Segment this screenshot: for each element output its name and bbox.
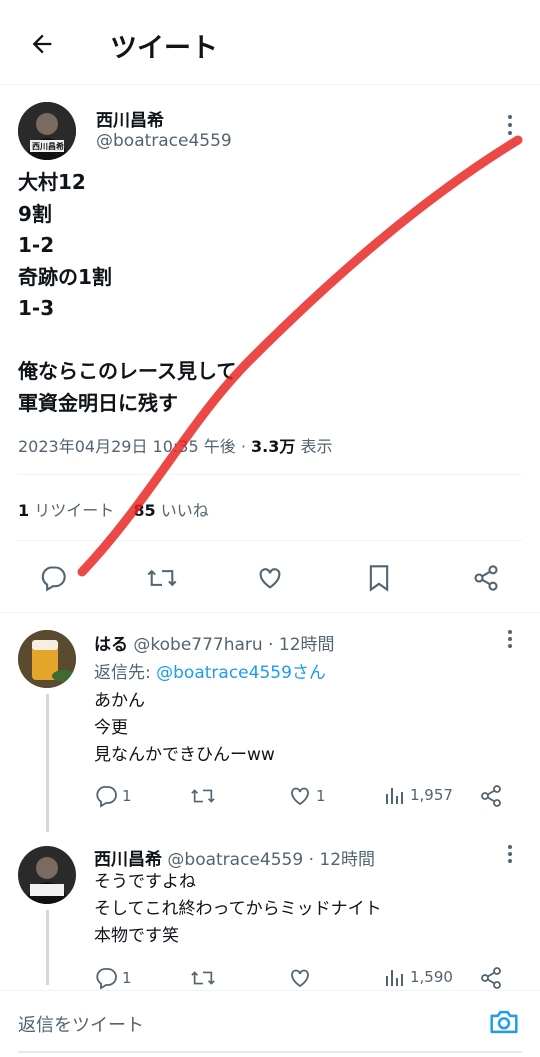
tweet-line: 1-2 bbox=[18, 233, 55, 257]
reply-time[interactable]: · 12時間 bbox=[309, 850, 375, 870]
reply-comment-button[interactable]: 1 bbox=[94, 966, 132, 990]
author-handle[interactable]: @boatrace4559 bbox=[96, 131, 232, 151]
author-name[interactable]: 西川昌希 bbox=[96, 106, 164, 131]
stats-divider bbox=[18, 540, 522, 541]
reply-comment-count: 1 bbox=[122, 787, 132, 805]
reply-view-count: 1,957 bbox=[410, 786, 453, 804]
back-arrow-icon[interactable] bbox=[26, 28, 58, 60]
like-stat[interactable]: 85 いいね bbox=[133, 501, 208, 520]
reply-author-handle[interactable]: @kobe777haru bbox=[133, 635, 262, 655]
reply-like-icon[interactable] bbox=[288, 966, 312, 990]
bookmark-icon[interactable] bbox=[362, 561, 396, 595]
thread-line bbox=[46, 910, 49, 985]
reply-line: 見なんかできひんーww bbox=[94, 745, 275, 765]
more-options-icon[interactable] bbox=[500, 628, 520, 650]
share-icon[interactable] bbox=[469, 561, 503, 595]
reply-like-count: 1 bbox=[316, 787, 326, 805]
reply-author-name[interactable]: はる bbox=[94, 635, 128, 655]
tweet-line: 1-3 bbox=[18, 296, 55, 320]
retweet-icon[interactable] bbox=[144, 561, 180, 595]
reply-header: はる @kobe777haru · 12時間 bbox=[94, 630, 335, 655]
retweets-label: リツイート bbox=[34, 501, 115, 520]
reply-line: 今更 bbox=[94, 718, 128, 738]
author-avatar[interactable]: 西川昌希 bbox=[18, 102, 76, 160]
reply-composer: 返信をツイート bbox=[0, 990, 540, 1057]
reply-comment-button[interactable]: 1 bbox=[94, 784, 132, 808]
views-label: 表示 bbox=[300, 437, 333, 456]
header-divider bbox=[0, 84, 540, 85]
reply-header: 西川昌希 @boatrace4559 · 12時間 bbox=[94, 845, 375, 870]
reply-avatar[interactable] bbox=[18, 630, 76, 688]
camera-icon[interactable] bbox=[486, 1005, 522, 1039]
reply-views-button[interactable]: 1,590 bbox=[384, 966, 453, 988]
tweet-meta: 2023年04月29日 10:35 午後 · 3.3万 表示 bbox=[18, 433, 332, 457]
reply-to-prefix: 返信先: bbox=[94, 663, 157, 683]
tweet-line: 奇跡の1割 bbox=[18, 264, 112, 289]
avatar-badge-text: 西川昌希 bbox=[32, 142, 64, 151]
reply-like-button[interactable]: 1 bbox=[288, 784, 326, 808]
meta-divider bbox=[18, 474, 522, 475]
reply-share-icon[interactable] bbox=[479, 966, 503, 990]
reply-actions: 1 1,590 bbox=[94, 964, 514, 990]
reply-body: そうですよね そしてこれ終わってからミッドナイト 本物です笑 bbox=[94, 869, 382, 950]
views-count: 3.3万 bbox=[251, 437, 296, 456]
reply-comment-count: 1 bbox=[122, 969, 132, 987]
reply-line: あかん bbox=[94, 691, 145, 711]
reply-retweet-icon[interactable] bbox=[190, 784, 216, 808]
reply-avatar[interactable] bbox=[18, 846, 76, 904]
page-title: ツイート bbox=[110, 33, 218, 64]
tweet-line: 9割 bbox=[18, 201, 52, 226]
tweet-line: 俺ならこのレース見して bbox=[18, 359, 237, 383]
reply-actions: 1 1 1,957 bbox=[94, 784, 514, 812]
actions-divider bbox=[0, 612, 540, 613]
reply-retweet-icon[interactable] bbox=[190, 966, 216, 990]
reply-author-handle[interactable]: @boatrace4559 bbox=[167, 850, 303, 870]
more-options-icon[interactable] bbox=[500, 843, 520, 865]
reply-line: そしてこれ終わってからミッドナイト bbox=[94, 899, 382, 919]
more-options-icon[interactable] bbox=[500, 112, 520, 138]
tweet-line bbox=[18, 325, 518, 357]
retweets-count: 1 bbox=[18, 501, 30, 520]
meta-separator: · bbox=[240, 437, 246, 456]
likes-count: 85 bbox=[133, 501, 156, 520]
reply-share-icon[interactable] bbox=[479, 784, 503, 808]
header: ツイート bbox=[0, 0, 540, 84]
tweet-stats: 1 リツイート 85 いいね bbox=[18, 497, 209, 521]
reply-body: あかん 今更 見なんかできひんーww bbox=[94, 688, 275, 769]
reply-to-link[interactable]: @boatrace4559さん bbox=[156, 663, 326, 683]
tweet-line: 軍資金明日に残す bbox=[18, 390, 178, 415]
tweet-datetime[interactable]: 2023年04月29日 10:35 午後 bbox=[18, 437, 236, 456]
reply-author-name[interactable]: 西川昌希 bbox=[94, 850, 162, 870]
composer-bottom-line bbox=[18, 1051, 522, 1053]
reply-composer-placeholder[interactable]: 返信をツイート bbox=[18, 1011, 144, 1037]
likes-label: いいね bbox=[160, 501, 209, 520]
retweet-stat[interactable]: 1 リツイート bbox=[18, 501, 119, 520]
reply-icon[interactable] bbox=[36, 561, 70, 595]
reply-to-line: 返信先: @boatrace4559さん bbox=[94, 658, 326, 683]
reply-line: そうですよね bbox=[94, 872, 196, 892]
tweet-body: 大村12 9割 1-2 奇跡の1割 1-3 俺ならこのレース見して 軍資金明日に… bbox=[18, 167, 518, 419]
reply-line: 本物です笑 bbox=[94, 926, 179, 946]
thread-line bbox=[46, 694, 49, 832]
reply-view-count: 1,590 bbox=[410, 968, 453, 986]
reply-views-button[interactable]: 1,957 bbox=[384, 784, 453, 806]
like-icon[interactable] bbox=[253, 561, 287, 595]
tweet-line: 大村12 bbox=[18, 170, 86, 194]
reply-time[interactable]: · 12時間 bbox=[268, 635, 334, 655]
